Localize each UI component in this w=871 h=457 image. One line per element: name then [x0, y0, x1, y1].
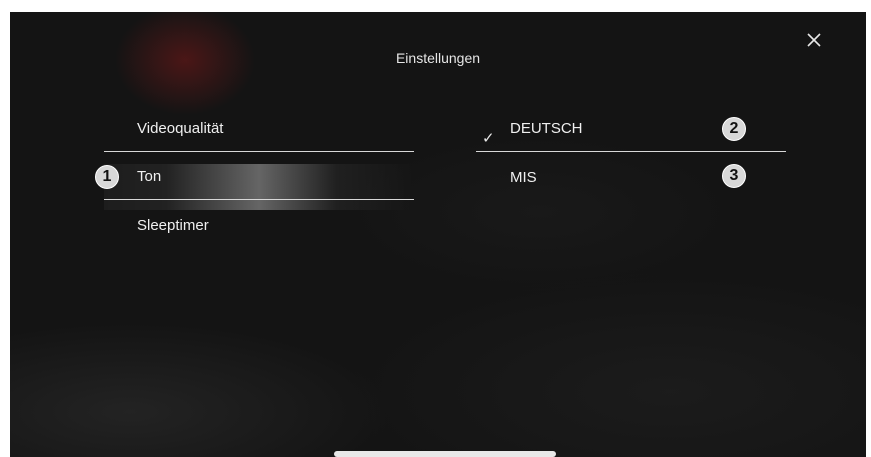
menu-item-ton-label: Ton — [137, 168, 162, 185]
close-icon — [807, 33, 821, 47]
close-button[interactable] — [806, 32, 822, 48]
divider — [104, 151, 414, 152]
option-deutsch[interactable]: DEUTSCH — [510, 120, 583, 137]
settings-screen: Einstellungen Videoqualität 1 Ton Sleept… — [10, 12, 866, 457]
callout-badge-3: 3 — [722, 164, 746, 188]
callout-badge-1: 1 — [95, 165, 119, 189]
menu-item-videoqualitaet[interactable]: Videoqualität — [137, 120, 223, 137]
home-indicator[interactable] — [334, 451, 556, 457]
page-title: Einstellungen — [395, 50, 481, 66]
divider — [104, 199, 414, 200]
divider — [476, 151, 786, 152]
menu-item-sleeptimer[interactable]: Sleeptimer — [137, 217, 209, 234]
callout-badge-2: 2 — [722, 117, 746, 141]
option-mis[interactable]: MIS — [510, 169, 537, 186]
checkmark-icon: ✓ — [482, 130, 495, 147]
